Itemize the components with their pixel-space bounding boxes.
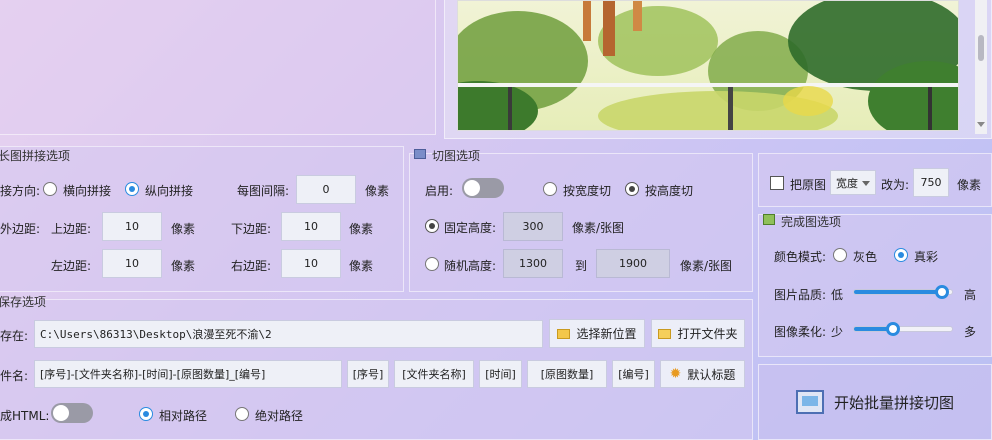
random-height-from-input[interactable]: 1300 [503,249,563,278]
finish-options-icon [763,214,775,225]
quality-slider[interactable] [853,285,953,299]
scroll-down-arrow-icon[interactable] [977,122,985,127]
quality-high-label: 高 [964,288,977,302]
resize-value-input[interactable]: 750 [913,168,949,197]
relative-path-radio[interactable] [139,407,153,421]
fixed-height-radio[interactable] [425,219,439,233]
gear-icon: ✹ [669,366,682,382]
random-height-unit: 像素/张图 [680,259,733,273]
true-color-label[interactable]: 真彩 [914,248,938,265]
cut-enable-label: 启用: [425,184,454,198]
horizontal-label[interactable]: 横向拼接 [63,182,111,199]
gray-radio[interactable] [833,248,847,262]
preview-scrollbar[interactable] [975,0,987,134]
resize-change-to-label: 改为: [881,178,910,192]
html-toggle[interactable] [51,403,93,423]
vertical-label[interactable]: 纵向拼接 [145,182,193,199]
resize-checkbox-label[interactable]: 把原图 [790,176,826,193]
default-title-button[interactable]: ✹ 默认标题 [660,360,745,388]
left-margin-label: 左边距: [51,259,92,273]
quality-label: 图片品质: [774,288,827,302]
random-height-to-label: 到 [575,259,588,273]
stitch-options-title: 长图拼接选项 [0,149,71,163]
true-color-radio[interactable] [894,248,908,262]
random-height-radio[interactable] [425,257,439,271]
horizontal-radio[interactable] [43,182,57,196]
spacing-label: 每图间隔: [237,184,290,198]
cut-by-width-radio[interactable] [543,182,557,196]
cut-by-width-label[interactable]: 按宽度切 [563,182,611,199]
random-height-label[interactable]: 随机高度: [444,257,496,274]
softness-label: 图像柔化: [774,325,827,339]
tag-count-button[interactable]: [原图数量] [527,360,607,388]
softness-low-label: 少 [831,325,844,339]
folder-icon [557,328,571,339]
filename-label: 件名: [0,369,29,383]
resize-checkbox[interactable] [770,176,784,190]
html-label: 成HTML: [0,409,50,423]
filename-pattern-input[interactable]: [序号]-[文件夹名称]-[时间]-[原图数量]_[编号] [34,360,342,388]
open-folder-icon [658,328,672,339]
resize-dimension-select[interactable]: 宽度 [830,170,876,195]
preview-image [457,0,959,131]
cut-options-icon [414,149,426,159]
cut-by-height-radio[interactable] [625,182,639,196]
open-folder-label: 打开文件夹 [677,327,738,341]
chevron-down-icon [862,181,870,186]
spacing-input[interactable]: 0 [296,175,356,204]
fixed-height-label[interactable]: 固定高度: [444,219,496,236]
start-batch-label: 开始批量拼接切图 [833,393,954,412]
preview-scrollbar-thumb[interactable] [978,35,984,61]
tag-num-button[interactable]: [编号] [612,360,655,388]
absolute-path-label[interactable]: 绝对路径 [255,407,303,424]
tag-time-button[interactable]: [时间] [479,360,522,388]
tag-folder-button[interactable]: [文件夹名称] [394,360,474,388]
top-margin-label: 上边距: [51,222,92,236]
save-options-title: 保存选项 [0,295,47,309]
softness-slider[interactable] [853,322,953,336]
right-margin-unit: 像素 [349,259,374,273]
open-folder-button[interactable]: 打开文件夹 [651,319,745,348]
direction-label: 接方向: [0,184,41,198]
fixed-height-unit: 像素/张图 [572,221,625,235]
outer-margin-label: 外边距: [0,222,41,236]
top-margin-input[interactable]: 10 [102,212,162,241]
choose-location-button[interactable]: 选择新位置 [549,319,645,348]
right-margin-label: 右边距: [231,259,272,273]
softness-high-label: 多 [964,325,977,339]
tag-seq-button[interactable]: [序号] [347,360,389,388]
fixed-height-input[interactable]: 300 [503,212,563,241]
save-path-input[interactable]: C:\Users\86313\Desktop\浪漫至死不渝\2 [34,320,543,348]
relative-path-label[interactable]: 相对路径 [159,407,207,424]
bottom-margin-unit: 像素 [349,222,374,236]
bottom-margin-input[interactable]: 10 [281,212,341,241]
top-left-panel [0,0,436,135]
preview-image-art [458,1,958,130]
color-mode-label: 颜色模式: [774,250,827,264]
right-margin-input[interactable]: 10 [281,249,341,278]
default-title-label: 默认标题 [687,367,736,382]
finish-options-title: 完成图选项 [781,215,842,229]
cut-options-title: 切图选项 [432,149,481,163]
start-icon [795,390,824,414]
bottom-margin-label: 下边距: [231,222,272,236]
vertical-radio[interactable] [125,182,139,196]
left-margin-unit: 像素 [171,259,196,273]
resize-dimension-value: 宽度 [836,176,858,190]
choose-location-label: 选择新位置 [576,327,637,341]
quality-low-label: 低 [831,288,844,302]
left-margin-input[interactable]: 10 [102,249,162,278]
resize-unit: 像素 [957,178,982,192]
cut-by-height-label[interactable]: 按高度切 [645,182,693,199]
quality-slider-fill [854,290,943,294]
cut-enable-toggle[interactable] [462,178,504,198]
spacing-unit: 像素 [365,184,390,198]
top-margin-unit: 像素 [171,222,196,236]
start-batch-button[interactable]: 开始批量拼接切图 [758,364,992,440]
random-height-to-input[interactable]: 1900 [596,249,670,278]
save-to-label: 存在: [0,329,29,343]
gray-label[interactable]: 灰色 [853,248,877,265]
absolute-path-radio[interactable] [235,407,249,421]
